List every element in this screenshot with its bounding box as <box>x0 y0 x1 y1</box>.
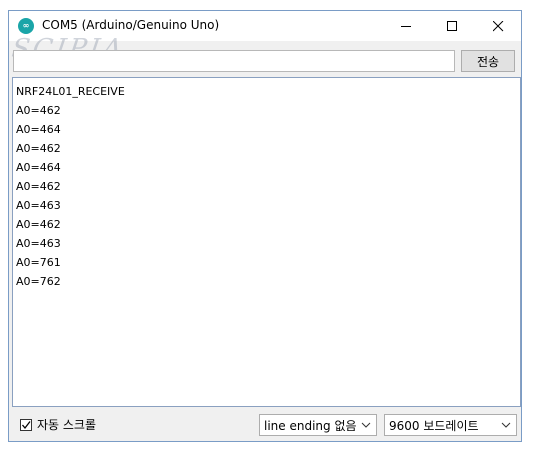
baud-rate-value: 9600 보드레이트 <box>389 418 479 433</box>
minimize-button[interactable] <box>383 11 429 41</box>
minimize-icon <box>400 25 411 27</box>
checkmark-icon <box>22 420 31 429</box>
output-line: A0=462 <box>16 104 61 117</box>
output-line: A0=464 <box>16 123 61 136</box>
maximize-icon <box>446 20 457 31</box>
output-line: A0=462 <box>16 180 61 193</box>
close-icon <box>492 20 503 31</box>
maximize-button[interactable] <box>429 11 475 41</box>
autoscroll-toggle[interactable]: 자동 스크롤 <box>20 416 96 433</box>
autoscroll-checkbox[interactable] <box>20 418 32 431</box>
window-title: COM5 (Arduino/Genuino Uno) <box>42 18 220 32</box>
output-line: A0=462 <box>16 218 61 231</box>
output-line: A0=462 <box>16 142 61 155</box>
send-button[interactable]: 전송 <box>461 50 515 72</box>
output-line: A0=463 <box>16 199 61 212</box>
line-ending-value: line ending 없음 <box>264 418 357 433</box>
output-line: A0=761 <box>16 256 61 269</box>
arduino-icon: ∞ <box>18 18 34 34</box>
output-line: A0=464 <box>16 161 61 174</box>
serial-monitor-window: ∞ COM5 (Arduino/Genuino Uno) SCIPIA 전송 N… <box>8 10 522 442</box>
serial-output[interactable]: NRF24L01_RECEIVE A0=462 A0=464 A0=462 A0… <box>12 77 521 407</box>
autoscroll-label: 자동 스크롤 <box>37 418 97 432</box>
close-button[interactable] <box>475 11 521 41</box>
baud-rate-select[interactable]: 9600 보드레이트 <box>384 414 517 436</box>
output-line: A0=762 <box>16 275 61 288</box>
send-input[interactable] <box>13 50 455 72</box>
title-bar[interactable]: ∞ COM5 (Arduino/Genuino Uno) <box>9 11 521 41</box>
output-line: A0=463 <box>16 237 61 250</box>
chevron-down-icon <box>361 422 371 428</box>
status-bar: 자동 스크롤 line ending 없음 9600 보드레이트 <box>9 409 521 439</box>
line-ending-select[interactable]: line ending 없음 <box>259 414 377 436</box>
output-line: NRF24L01_RECEIVE <box>16 85 125 98</box>
chevron-down-icon <box>501 422 511 428</box>
